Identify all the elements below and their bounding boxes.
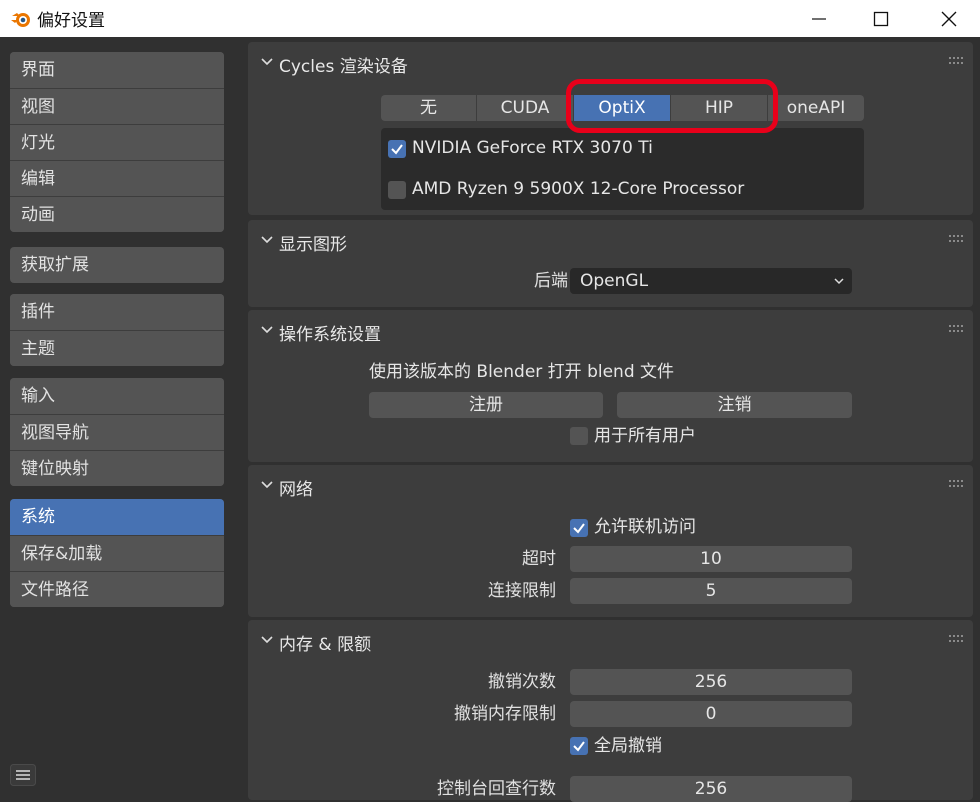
blender-logo-icon [11,13,30,27]
sidebar-item-keymap[interactable]: 键位映射 [10,450,224,486]
maximize-icon [873,11,889,26]
device-checkbox-nvidia[interactable] [388,140,406,158]
os-panel-header[interactable]: 操作系统设置 [248,310,973,352]
chevron-down-icon [261,326,273,334]
tab-none[interactable]: 无 [381,95,476,121]
display-panel-header[interactable]: 显示图形 [248,220,973,262]
console-scrollback-label: 控制台回查行数 [437,779,556,799]
undo-memory-label: 撤销内存限制 [454,704,556,724]
network-panel-header[interactable]: 网络 [248,465,973,507]
window-title: 偏好设置 [37,11,105,31]
minimize-icon [812,17,826,20]
device-label-amd: AMD Ryzen 9 5900X 12-Core Processor [412,179,745,199]
sidebar-group-1: 界面 视图 灯光 编辑 动画 [10,52,224,232]
sidebar-group-2: 获取扩展 [10,247,224,283]
chevron-down-icon [261,58,273,66]
grip-icon[interactable] [949,235,963,243]
minimize-button[interactable] [788,0,850,37]
register-button[interactable]: 注册 [369,392,603,418]
chevron-down-icon [261,236,273,244]
chevron-down-icon [261,481,273,489]
annotation-highlight [566,79,778,133]
device-checkbox-amd[interactable] [388,181,406,199]
allow-online-checkbox[interactable] [570,519,588,537]
tab-oneapi[interactable]: oneAPI [767,95,864,121]
global-undo-label: 全局撤销 [594,736,662,756]
allow-online-label: 允许联机访问 [594,517,696,537]
os-panel: 操作系统设置 使用该版本的 Blender 打开 blend 文件 注册 注销 … [248,310,973,462]
sidebar-group-3: 插件 主题 [10,294,224,366]
chevron-down-icon [834,278,844,285]
panel-title: 显示图形 [279,235,347,255]
grip-icon[interactable] [949,325,963,333]
cycles-panel-header[interactable]: Cycles 渲染设备 [248,42,973,84]
sidebar-item-viewport[interactable]: 视图 [10,88,224,124]
sidebar-item-editing[interactable]: 编辑 [10,160,224,196]
global-undo-checkbox[interactable] [570,737,588,755]
all-users-label: 用于所有用户 [594,426,696,446]
sidebar-item-lights[interactable]: 灯光 [10,124,224,160]
memory-panel: 内存 & 限额 撤销次数 256 撤销内存限制 0 全局撤销 控制台回查行数 2… [248,620,973,802]
panel-title: 操作系统设置 [279,325,381,345]
sidebar-item-save-load[interactable]: 保存&加载 [10,535,224,571]
cycles-panel: Cycles 渲染设备 无 CUDA OptiX HIP oneAPI NVID… [248,42,973,215]
sidebar-item-themes[interactable]: 主题 [10,330,224,366]
sidebar-item-input[interactable]: 输入 [10,378,224,414]
open-with-text: 使用该版本的 Blender 打开 blend 文件 [369,362,675,382]
sidebar-item-animation[interactable]: 动画 [10,196,224,232]
undo-memory-field[interactable]: 0 [570,701,852,727]
backend-label: 后端 [534,271,568,291]
main-content: Cycles 渲染设备 无 CUDA OptiX HIP oneAPI NVID… [236,37,980,802]
sidebar: 界面 视图 灯光 编辑 动画 获取扩展 插件 主题 输入 视图导航 键位映射 系… [0,37,236,787]
display-panel: 显示图形 后端 OpenGL [248,220,973,307]
device-list: NVIDIA GeForce RTX 3070 Ti AMD Ryzen 9 5… [381,128,864,210]
close-icon [941,11,957,26]
all-users-checkbox[interactable] [570,427,588,445]
backend-value: OpenGL [580,271,649,291]
timeout-field[interactable]: 10 [570,546,852,572]
device-label-nvidia: NVIDIA GeForce RTX 3070 Ti [412,138,653,158]
connection-limit-label: 连接限制 [488,581,556,601]
undo-steps-field[interactable]: 256 [570,669,852,695]
hamburger-menu-icon[interactable] [10,764,36,786]
console-scrollback-field[interactable]: 256 [570,776,852,802]
panel-title: 网络 [279,480,313,500]
sidebar-group-5: 系统 保存&加载 文件路径 [10,499,224,607]
timeout-label: 超时 [522,549,556,569]
panel-title: 内存 & 限额 [279,635,372,655]
title-bar: 偏好设置 [0,0,980,37]
maximize-button[interactable] [850,0,912,37]
panel-title: Cycles 渲染设备 [279,57,408,77]
checkmark-icon [391,144,403,155]
close-button[interactable] [918,0,980,37]
unregister-button[interactable]: 注销 [617,392,852,418]
checkmark-icon [573,523,585,534]
sidebar-group-4: 输入 视图导航 键位映射 [10,378,224,486]
undo-steps-label: 撤销次数 [488,672,556,692]
tab-cuda[interactable]: CUDA [476,95,573,121]
sidebar-item-addons[interactable]: 插件 [10,294,224,330]
sidebar-item-get-extensions[interactable]: 获取扩展 [10,247,224,283]
chevron-down-icon [261,636,273,644]
grip-icon[interactable] [949,480,963,488]
sidebar-item-file-paths[interactable]: 文件路径 [10,571,224,607]
grip-icon[interactable] [949,635,963,643]
connection-limit-field[interactable]: 5 [570,578,852,604]
grip-icon[interactable] [949,57,963,65]
sidebar-item-system[interactable]: 系统 [10,499,224,535]
memory-panel-header[interactable]: 内存 & 限额 [248,620,973,662]
sidebar-item-interface[interactable]: 界面 [10,52,224,88]
checkmark-icon [573,741,585,752]
sidebar-item-navigation[interactable]: 视图导航 [10,414,224,450]
network-panel: 网络 允许联机访问 超时 10 连接限制 5 [248,465,973,617]
backend-select[interactable]: OpenGL [570,268,852,294]
